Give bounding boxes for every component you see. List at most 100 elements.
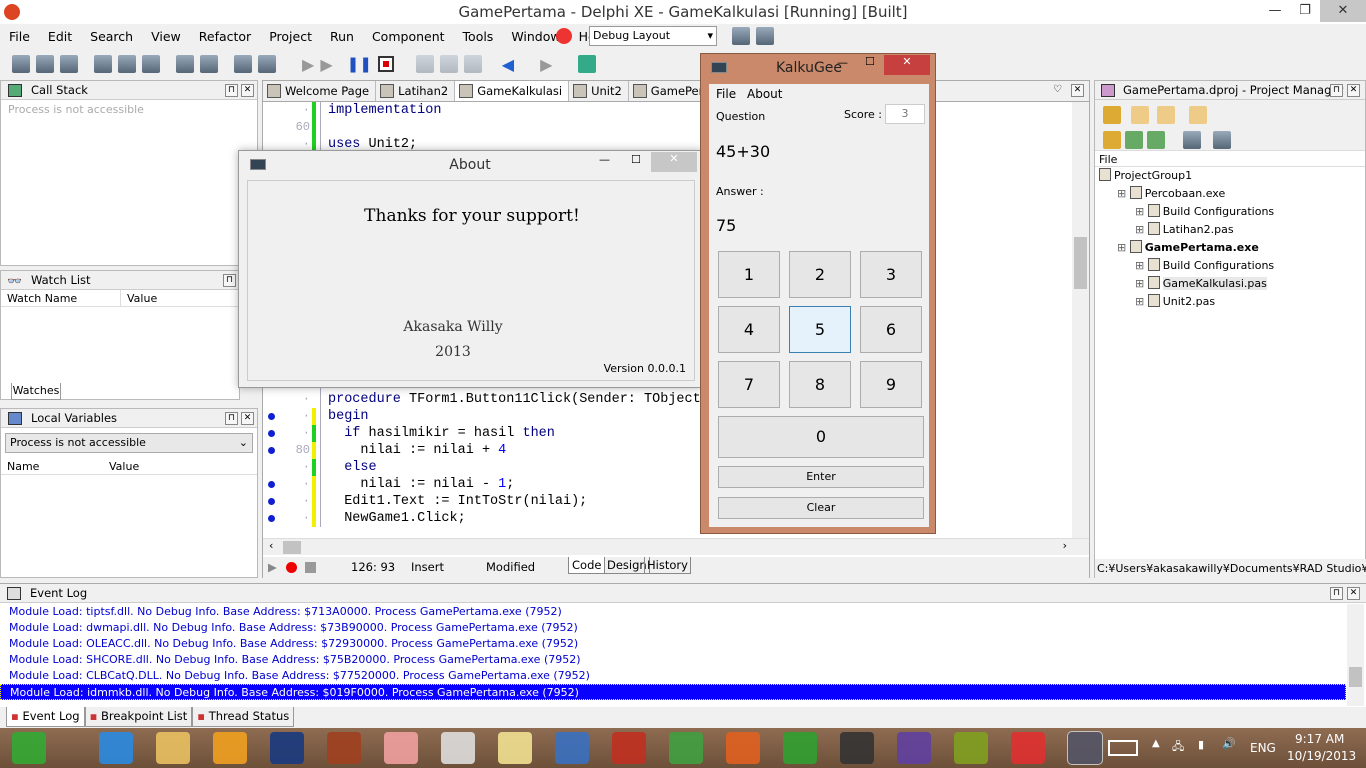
show-hidden-icons[interactable]: ▲: [1152, 738, 1160, 749]
tab-welcome-page[interactable]: Welcome Page: [263, 81, 377, 101]
open-folder-icon[interactable]: [1157, 106, 1175, 124]
new-item-icon[interactable]: [94, 55, 112, 73]
sims-icon[interactable]: [12, 732, 46, 764]
notepad-icon[interactable]: [498, 732, 532, 764]
eclipse-icon[interactable]: [897, 732, 931, 764]
enter-button[interactable]: Enter: [718, 466, 924, 488]
clear-button[interactable]: Clear: [718, 497, 924, 519]
tab-event-log[interactable]: ▪ Event Log: [6, 707, 85, 727]
event-log-entry[interactable]: Module Load: OLEACC.dll. No Debug Info. …: [0, 636, 1346, 652]
menu-refactor[interactable]: Refactor: [190, 26, 260, 48]
sort-icon[interactable]: [1213, 131, 1231, 149]
expand-toggle-icon[interactable]: ⊞: [1135, 295, 1148, 308]
tab-list-icon[interactable]: ♡: [1053, 84, 1062, 95]
maximize-button[interactable]: ☐: [631, 153, 641, 166]
menu-project[interactable]: Project: [260, 26, 321, 48]
pause-icon[interactable]: ❚❚: [347, 55, 372, 73]
close-panel-icon[interactable]: ✕: [1347, 84, 1360, 97]
run-icon[interactable]: ▶: [268, 557, 277, 578]
key-9-button[interactable]: 9: [860, 361, 922, 408]
minimize-button[interactable]: —: [1260, 0, 1290, 22]
stop-icon[interactable]: [377, 56, 394, 72]
maximize-button[interactable]: ☐: [865, 55, 875, 68]
stop-macro-icon[interactable]: [305, 562, 316, 573]
process-combo[interactable]: Process is not accessible ⌄: [5, 433, 253, 453]
code-line[interactable]: · NewGame1.Click;: [263, 510, 1089, 527]
view-icon[interactable]: [1189, 106, 1207, 124]
firefox-icon[interactable]: [726, 732, 760, 764]
expand-toggle-icon[interactable]: ⊞: [1135, 223, 1148, 236]
run-icon[interactable]: ▶: [302, 55, 314, 74]
record-macro-icon[interactable]: [286, 562, 297, 573]
column-name[interactable]: Name: [1, 458, 109, 474]
close-panel-icon[interactable]: ✕: [241, 412, 254, 425]
key-3-button[interactable]: 3: [860, 251, 922, 298]
run-to-cursor-icon[interactable]: [463, 55, 482, 73]
key-1-button[interactable]: 1: [718, 251, 780, 298]
menu-file[interactable]: File: [0, 26, 39, 48]
save-icon[interactable]: [142, 55, 160, 73]
score-field[interactable]: 3: [885, 104, 925, 124]
expand-toggle-icon[interactable]: ⊞: [1117, 187, 1130, 200]
set-debug-desktop-icon[interactable]: [756, 27, 774, 45]
tree-node[interactable]: ProjectGroup1: [1095, 167, 1365, 185]
tree-node[interactable]: ⊞ Unit2.pas: [1095, 293, 1365, 311]
key-4-button[interactable]: 4: [718, 306, 780, 353]
tree-node[interactable]: ⊞ Build Configurations: [1095, 257, 1365, 275]
key-6-button[interactable]: 6: [860, 306, 922, 353]
language-indicator[interactable]: ENG: [1250, 741, 1276, 755]
expand-icon[interactable]: [1125, 131, 1143, 149]
menu-file[interactable]: File: [716, 87, 736, 101]
column-value[interactable]: Value: [109, 458, 139, 474]
clock-date[interactable]: 10/19/2013: [1287, 749, 1356, 763]
clock-time[interactable]: 9:17 AM: [1295, 732, 1344, 746]
view-tab-code[interactable]: Code: [568, 557, 606, 574]
column-value[interactable]: Value: [121, 290, 157, 306]
activate-icon[interactable]: [1103, 106, 1121, 124]
tree-node[interactable]: ⊞ Percobaan.exe: [1095, 185, 1365, 203]
key-7-button[interactable]: 7: [718, 361, 780, 408]
horizontal-scrollbar[interactable]: ‹ ›: [263, 538, 1089, 555]
event-log-entry[interactable]: Module Load: SHCORE.dll. No Debug Info. …: [0, 652, 1346, 668]
code-line[interactable]: 60: [263, 119, 1089, 136]
event-log-scrollbar[interactable]: [1347, 604, 1364, 706]
acrobat-icon[interactable]: [1011, 732, 1045, 764]
tab-latihan2[interactable]: Latihan2: [376, 81, 456, 101]
watches-tab[interactable]: Watches: [11, 383, 61, 400]
pin-icon[interactable]: ⊓: [223, 274, 236, 287]
menu-edit[interactable]: Edit: [39, 26, 81, 48]
sync-icon[interactable]: [1103, 131, 1121, 149]
tree-node[interactable]: ⊞ Build Configurations: [1095, 203, 1365, 221]
expand-toggle-icon[interactable]: ⊞: [1117, 241, 1130, 254]
keyboard-icon[interactable]: [1108, 740, 1138, 756]
run-without-debug-icon[interactable]: ▶: [320, 55, 332, 74]
menu-run[interactable]: Run: [321, 26, 363, 48]
network-icon[interactable]: 🖧: [1172, 738, 1184, 757]
trace-into-icon[interactable]: [415, 55, 434, 73]
menu-about[interactable]: About: [747, 87, 782, 101]
key-5-button[interactable]: 5: [789, 306, 851, 353]
code-line[interactable]: · nilai := nilai - 1;: [263, 476, 1089, 493]
vertical-scrollbar[interactable]: [1072, 102, 1089, 538]
tree-node[interactable]: ⊞ GameKalkulasi.pas: [1095, 275, 1365, 293]
breakpoint-marker-icon[interactable]: [268, 430, 275, 437]
battery-icon[interactable]: ▮: [1198, 738, 1204, 751]
save-all-icon[interactable]: [176, 55, 194, 73]
file-explorer-icon[interactable]: [156, 732, 190, 764]
winamp-icon[interactable]: [213, 732, 247, 764]
chat-icon[interactable]: [840, 732, 874, 764]
menu-tools[interactable]: Tools: [454, 26, 503, 48]
expand-toggle-icon[interactable]: ⊞: [1135, 259, 1148, 272]
tab-gamekalkulasi[interactable]: GameKalkulasi: [455, 81, 570, 101]
vb-icon[interactable]: [555, 732, 589, 764]
view-tab-history[interactable]: History: [644, 557, 691, 574]
remove-file-icon[interactable]: [258, 55, 276, 73]
event-log-entry[interactable]: Module Load: dwmapi.dll. No Debug Info. …: [0, 620, 1346, 636]
breakpoint-marker-icon[interactable]: [268, 447, 275, 454]
minimize-button[interactable]: —: [599, 153, 610, 166]
close-button[interactable]: ✕: [884, 55, 930, 75]
menu-view[interactable]: View: [142, 26, 190, 48]
close-tab-icon[interactable]: ✕: [1071, 84, 1084, 97]
event-log-entry[interactable]: Module Load: tiptsf.dll. No Debug Info. …: [0, 604, 1346, 620]
kalkugee-icon[interactable]: [1067, 731, 1103, 765]
